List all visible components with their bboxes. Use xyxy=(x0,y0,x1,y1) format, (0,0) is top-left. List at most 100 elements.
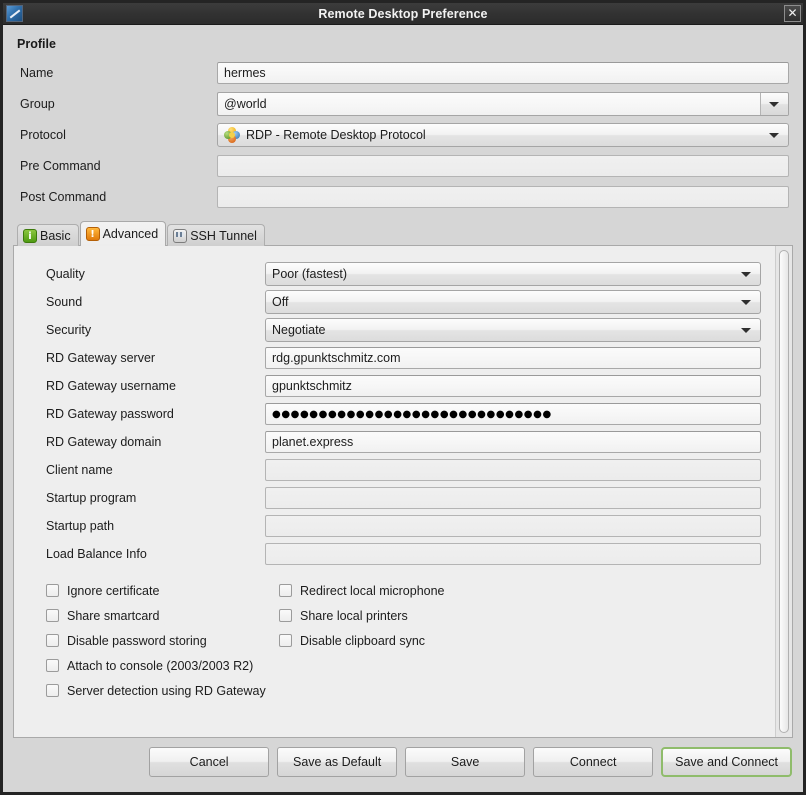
save-as-default-button[interactable]: Save as Default xyxy=(277,747,398,777)
field-row-quality: Quality Poor (fastest) xyxy=(32,260,761,288)
checkbox-icon[interactable] xyxy=(46,684,59,697)
checkbox-label: Disable clipboard sync xyxy=(300,633,426,648)
checkbox-label: Share smartcard xyxy=(67,608,160,623)
rd-gateway-server-input[interactable]: rdg.gpunktschmitz.com xyxy=(265,347,761,369)
checkbox-server-detection-using-rd-gateway[interactable]: Server detection using RD Gateway xyxy=(46,678,279,703)
scrollbar-thumb[interactable] xyxy=(779,250,789,733)
settings-notebook: i Basic ! Advanced SSH Tunnel Quality Po… xyxy=(13,220,793,738)
checkbox-label: Redirect local microphone xyxy=(300,583,445,598)
rd-gateway-password-input[interactable]: ●●●●●●●●●●●●●●●●●●●●●●●●●●●●●● xyxy=(265,403,761,425)
chevron-down-icon xyxy=(741,328,751,333)
name-input[interactable]: hermes xyxy=(217,61,789,84)
password-mask: ●●●●●●●●●●●●●●●●●●●●●●●●●●●●●● xyxy=(272,408,552,420)
checkbox-icon[interactable] xyxy=(46,659,59,672)
checkbox-disable-clipboard-sync[interactable]: Disable clipboard sync xyxy=(279,628,761,653)
grid-spacer xyxy=(279,678,761,703)
tab-ssh-tunnel[interactable]: SSH Tunnel xyxy=(167,224,265,246)
post-command-input[interactable] xyxy=(217,185,789,208)
dialog-body: Profile Name hermes Group @world Protoco… xyxy=(3,25,803,792)
vertical-scrollbar[interactable] xyxy=(775,246,792,737)
label-protocol: Protocol xyxy=(20,127,66,142)
field-row-client-name: Client name xyxy=(32,456,761,484)
dialog-button-bar: Cancel Save as Default Save Connect Save… xyxy=(3,738,803,792)
client-name-input[interactable] xyxy=(265,459,761,481)
quality-combo[interactable]: Poor (fastest) xyxy=(265,262,761,286)
advanced-form: Quality Poor (fastest) Sound Off Securit… xyxy=(14,246,775,737)
label-quality: Quality xyxy=(46,267,85,281)
checkbox-disable-password-storing[interactable]: Disable password storing xyxy=(46,628,279,653)
chevron-down-icon xyxy=(741,300,751,305)
label-security: Security xyxy=(46,323,92,337)
label-startup-program: Startup program xyxy=(46,491,137,505)
field-row-rd-gateway-domain: RD Gateway domain planet.express xyxy=(32,428,761,456)
sound-combo-value: Off xyxy=(272,295,289,309)
save-and-connect-button[interactable]: Save and Connect xyxy=(661,747,792,777)
connect-button[interactable]: Connect xyxy=(533,747,654,777)
cancel-button[interactable]: Cancel xyxy=(149,747,270,777)
tab-advanced-label: Advanced xyxy=(102,227,159,241)
label-load-balance-info: Load Balance Info xyxy=(46,547,147,561)
label-rd-gateway-domain: RD Gateway domain xyxy=(46,435,162,449)
label-sound: Sound xyxy=(46,295,83,309)
checkbox-icon[interactable] xyxy=(279,584,292,597)
label-group: Group xyxy=(20,96,55,111)
field-row-startup-path: Startup path xyxy=(32,512,761,540)
checkbox-icon[interactable] xyxy=(279,634,292,647)
profile-section-title: Profile xyxy=(17,37,56,51)
rd-gateway-domain-input[interactable]: planet.express xyxy=(265,431,761,453)
checkbox-icon[interactable] xyxy=(46,634,59,647)
checkbox-icon[interactable] xyxy=(46,609,59,622)
field-row-security: Security Negotiate xyxy=(32,316,761,344)
tab-ssh-tunnel-label: SSH Tunnel xyxy=(190,228,257,243)
startup-path-input[interactable] xyxy=(265,515,761,537)
pre-command-input[interactable] xyxy=(217,154,789,177)
label-rd-gateway-username: RD Gateway username xyxy=(46,379,176,393)
save-button[interactable]: Save xyxy=(405,747,526,777)
protocol-combo[interactable]: RDP - Remote Desktop Protocol xyxy=(217,122,789,147)
field-row-startup-program: Startup program xyxy=(32,484,761,512)
sound-combo[interactable]: Off xyxy=(265,290,761,314)
field-row-post-command: Post Command xyxy=(17,181,789,212)
label-client-name: Client name xyxy=(46,463,113,477)
group-combo-value: @world xyxy=(224,96,267,111)
field-row-load-balance-info: Load Balance Info xyxy=(32,540,761,568)
profile-form: Name hermes Group @world Protocol RDP - … xyxy=(17,57,789,212)
label-name: Name xyxy=(20,65,54,80)
advanced-tab-panel: Quality Poor (fastest) Sound Off Securit… xyxy=(13,245,793,738)
checkbox-icon[interactable] xyxy=(279,609,292,622)
startup-program-input[interactable] xyxy=(265,487,761,509)
checkbox-redirect-local-microphone[interactable]: Redirect local microphone xyxy=(279,578,761,603)
field-row-name: Name hermes xyxy=(17,57,789,88)
remote-desktop-icon xyxy=(6,5,23,22)
security-combo-value: Negotiate xyxy=(272,323,326,337)
checkbox-ignore-certificate[interactable]: Ignore certificate xyxy=(46,578,279,603)
terminal-icon xyxy=(173,228,188,243)
checkbox-icon[interactable] xyxy=(46,584,59,597)
checkbox-share-smartcard[interactable]: Share smartcard xyxy=(46,603,279,628)
protocol-combo-value: RDP - Remote Desktop Protocol xyxy=(246,127,426,142)
tab-basic-label: Basic xyxy=(40,228,71,243)
tab-strip: i Basic ! Advanced SSH Tunnel xyxy=(13,220,793,246)
security-combo[interactable]: Negotiate xyxy=(265,318,761,342)
checkbox-attach-to-console[interactable]: Attach to console (2003/2003 R2) xyxy=(46,653,279,678)
group-combo[interactable]: @world xyxy=(217,91,789,116)
close-icon[interactable]: ✕ xyxy=(784,5,801,22)
grid-spacer xyxy=(279,653,761,678)
window-title: Remote Desktop Preference xyxy=(318,6,488,21)
title-bar: Remote Desktop Preference ✕ xyxy=(3,3,803,25)
warning-icon: ! xyxy=(85,227,100,241)
label-post-command: Post Command xyxy=(20,189,107,204)
tab-advanced[interactable]: ! Advanced xyxy=(79,221,167,246)
load-balance-info-input[interactable] xyxy=(265,543,761,565)
chevron-down-icon xyxy=(741,272,751,277)
rd-gateway-username-input[interactable]: gpunktschmitz xyxy=(265,375,761,397)
checkbox-label: Attach to console (2003/2003 R2) xyxy=(67,658,254,673)
field-row-rd-gateway-server: RD Gateway server rdg.gpunktschmitz.com xyxy=(32,344,761,372)
label-rd-gateway-password: RD Gateway password xyxy=(46,407,174,421)
field-row-protocol: Protocol RDP - Remote Desktop Protocol xyxy=(17,119,789,150)
label-pre-command: Pre Command xyxy=(20,158,101,173)
tab-basic[interactable]: i Basic xyxy=(17,224,79,246)
checkbox-label: Ignore certificate xyxy=(67,583,160,598)
checkbox-share-local-printers[interactable]: Share local printers xyxy=(279,603,761,628)
checkbox-label: Disable password storing xyxy=(67,633,207,648)
